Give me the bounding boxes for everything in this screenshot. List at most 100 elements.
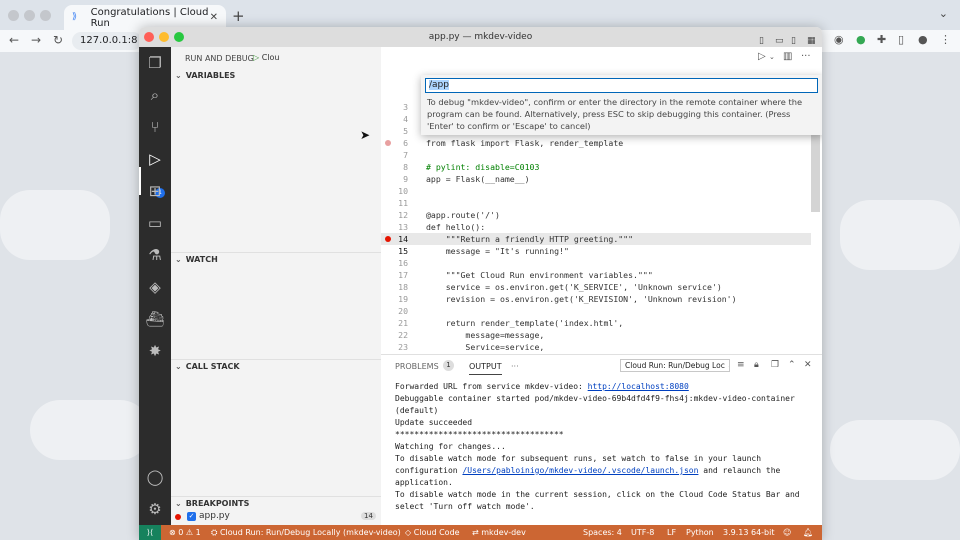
kubernetes-icon[interactable]: ✸ [145,341,165,361]
debug-status[interactable]: ⛭ Cloud Run: Run/Debug Locally (mkdev-vi… [211,525,401,540]
cloud-decoration [840,200,960,270]
code-line[interactable]: 21 return render_template('index.html', [381,317,811,329]
panel-more-icon[interactable]: ··· [511,362,519,371]
explorer-icon[interactable]: ❐ [145,53,165,73]
remote-indicator-icon[interactable]: ⟩⟨ [139,525,161,540]
new-tab-button[interactable]: + [232,7,245,25]
output-line: *********************************** [395,430,564,439]
address-bar[interactable]: 127.0.0.1:8 [72,32,142,50]
menu-icon[interactable]: ⋮ [940,33,951,46]
output-channel-select[interactable]: Cloud Run: Run/Debug Loc ⌄ [620,359,730,372]
code-line[interactable]: 23 Service=service, [381,341,811,353]
search-icon[interactable]: ⌕ [145,85,165,105]
code-line[interactable]: 6 from flask import Flask, render_templat… [381,137,811,149]
notifications-bell-icon[interactable]: 🔔︎ [803,525,813,540]
tab-search-icon[interactable]: ⌄ [939,7,948,20]
code-line[interactable]: 9 app = Flask(__name__) [381,173,811,185]
output-line: Debuggable container started pod/mkdev-v… [395,394,795,403]
breakpoint-icon[interactable] [385,140,391,146]
code-line[interactable]: 16 [381,257,811,269]
breakpoint-item[interactable]: ✓ app.py 14 [171,511,381,524]
clear-output-icon[interactable]: ≡ [737,360,745,370]
maximize-panel-icon[interactable]: ⌃ [788,360,796,370]
watch-section[interactable]: ⌄ WATCH [171,252,381,266]
browser-tab-title: Congratulations | Cloud Run [90,6,209,29]
line-number: 10 [398,186,408,196]
open-output-editor-icon[interactable]: ❐ [771,360,779,370]
remote-explorer-icon[interactable]: ▭ [145,213,165,233]
close-panel-icon[interactable]: ✕ [804,360,812,370]
code-line[interactable]: 22 message=message, [381,329,811,341]
grammarly-icon[interactable]: ● [856,33,866,46]
window-minimize-button[interactable] [159,32,169,42]
code-line[interactable]: 8 # pylint: disable=C0103 [381,161,811,173]
source-control-icon[interactable]: ⑂ [145,117,165,137]
run-dropdown-icon[interactable]: ⌄ [769,53,775,61]
language-status[interactable]: Python [686,525,714,540]
browser-minimize-dot[interactable] [24,10,35,21]
settings-gear-icon[interactable]: ⚙ [145,499,165,519]
profile-icon[interactable]: ● [918,33,928,46]
eol-status[interactable]: LF [667,525,676,540]
cloud-code-icon[interactable]: ◈ [145,277,165,297]
code-line[interactable]: 17 """Get Cloud Run environment variable… [381,269,811,281]
tab-problems[interactable]: PROBLEMS [395,362,439,371]
problems-status[interactable]: ⊗ 0 ⚠ 1 [169,525,201,540]
puzzle-icon[interactable]: ✚ [877,33,886,46]
code-text: """Return a friendly HTTP greeting.""" [426,234,634,244]
output-line: select 'Turn off watch mode'. [395,502,535,511]
container-directory-input[interactable]: /app [425,78,818,93]
code-line[interactable]: 18 service = os.environ.get('K_SERVICE',… [381,281,811,293]
code-line[interactable]: 13 def hello(): [381,221,811,233]
feedback-icon[interactable]: ☺ [783,525,791,540]
output-line: configuration /Users/pabloinigo/mkdev-vi… [395,466,781,475]
code-line[interactable]: 12 @app.route('/') [381,209,811,221]
breakpoint-checkbox[interactable]: ✓ [187,512,196,521]
extension-icon[interactable]: ◉ [834,33,844,46]
docker-icon[interactable]: ⛴ [145,309,165,329]
output-link[interactable]: http://localhost:8080 [588,382,689,391]
breakpoint-icon[interactable] [385,236,391,242]
run-debug-icon[interactable]: ▷ [145,149,165,169]
back-icon[interactable]: ← [9,33,19,47]
sidepanel-icon[interactable]: ▯ [898,33,904,46]
split-editor-icon[interactable]: ▥ [783,51,792,62]
window-zoom-button[interactable] [174,32,184,42]
cloud-decoration [0,190,110,260]
reload-icon[interactable]: ↻ [53,33,63,47]
code-line[interactable]: 19 revision = os.environ.get('K_REVISION… [381,293,811,305]
lock-scroll-icon[interactable]: 🔒︎ [754,360,759,370]
output-link[interactable]: /Users/pabloinigo/mkdev-video/.vscode/la… [462,466,698,475]
more-actions-icon[interactable]: ··· [801,51,811,62]
tab-output[interactable]: OUTPUT [469,362,502,375]
indentation-status[interactable]: Spaces: 4 [583,525,622,540]
browser-close-dot[interactable] [8,10,19,21]
encoding-status[interactable]: UTF-8 [631,525,654,540]
browser-zoom-dot[interactable] [40,10,51,21]
cloud-code-status[interactable]: ◇ Cloud Code [405,525,460,540]
tab-close-icon[interactable]: ✕ [210,12,218,23]
interpreter-status[interactable]: 3.9.13 64-bit [723,525,775,540]
output-line: Update succeeded [395,418,473,427]
code-line[interactable]: 10 [381,185,811,197]
variables-section[interactable]: ⌄ VARIABLES [171,69,381,83]
bottom-panel: PROBLEMS 1 OUTPUT ··· Cloud Run: Run/Deb… [381,354,822,525]
code-text: """Get Cloud Run environment variables."… [426,270,653,280]
run-python-icon[interactable]: ▷ [758,51,766,62]
forward-icon[interactable]: → [31,33,41,47]
output-line: To disable watch mode in the current ses… [395,490,800,499]
kube-context-status[interactable]: ⇄ mkdev-dev [472,525,526,540]
extensions-icon[interactable]: ⊞ [145,181,165,201]
testing-icon[interactable]: ⚗ [145,245,165,265]
code-line[interactable]: 15 message = "It's running!" [381,245,811,257]
breakpoints-section[interactable]: ⌄ BREAKPOINTS [171,496,381,510]
code-line[interactable]: 14 """Return a friendly HTTP greeting.""… [381,233,811,245]
call-stack-section[interactable]: ⌄ CALL STACK [171,359,381,373]
code-line[interactable]: 11 [381,197,811,209]
window-close-button[interactable] [144,32,154,42]
accounts-icon[interactable]: ◯ [145,467,165,487]
line-number: 15 [398,246,408,256]
debug-configuration-select[interactable]: ▷ Clou [253,53,279,62]
code-line[interactable]: 20 [381,305,811,317]
code-line[interactable]: 7 [381,149,811,161]
